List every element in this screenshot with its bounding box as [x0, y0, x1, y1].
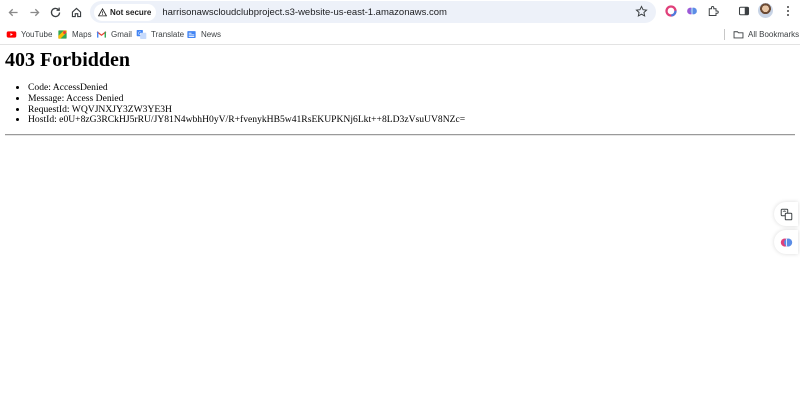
back-button[interactable] [4, 3, 22, 21]
svg-text:G: G [138, 31, 141, 36]
color-ring-icon [665, 5, 677, 17]
youtube-icon [6, 31, 17, 38]
security-chip-label: Not secure [110, 7, 152, 17]
menu-button[interactable] [781, 4, 795, 18]
security-chip[interactable]: Not secure [94, 3, 157, 21]
bookmarks-divider [724, 29, 725, 40]
reload-icon [50, 7, 60, 17]
bookmark-youtube[interactable]: YouTube [6, 27, 52, 42]
folder-icon [733, 31, 744, 39]
bookmark-maps[interactable]: Maps [57, 27, 92, 42]
bookmark-label: News [201, 30, 222, 39]
bookmark-news[interactable]: News [186, 27, 221, 42]
error-message: Message: Access Denied [28, 93, 465, 105]
all-bookmarks-label: All Bookmarks [748, 30, 800, 39]
bookmark-translate[interactable]: G Translate [136, 27, 184, 42]
browser-toolbar: Not secure harrisonawscloudclubproject.s… [0, 0, 800, 24]
extension-color-button[interactable] [664, 4, 678, 18]
warning-icon [98, 7, 107, 16]
forward-button[interactable] [25, 3, 43, 21]
gmail-icon [96, 31, 107, 38]
bookmark-label: Translate [151, 30, 185, 39]
arrow-right-icon [29, 8, 39, 16]
bookmark-label: YouTube [21, 30, 53, 39]
host-id: HostId: e0U+8zG3RCkHJ5rRU/JY81N4wbhH0yV/… [28, 115, 465, 126]
puzzle-icon [708, 6, 719, 16]
reload-button[interactable] [46, 3, 64, 21]
horizontal-rule [5, 134, 795, 136]
home-icon [71, 7, 81, 17]
profile-avatar[interactable] [758, 3, 773, 18]
news-icon [187, 31, 196, 38]
bookmark-label: Gmail [111, 30, 132, 39]
bookmark-star-icon[interactable] [635, 5, 648, 18]
translate-page-icon [780, 208, 792, 220]
menu-dot [787, 14, 789, 16]
error-details-list: Code: AccessDenied Message: Access Denie… [0, 82, 465, 126]
bookmark-gmail[interactable]: Gmail [96, 27, 132, 42]
maps-icon [58, 30, 67, 39]
menu-dot [787, 10, 789, 12]
all-bookmarks-button[interactable]: All Bookmarks [733, 27, 799, 42]
page-title: 403 Forbidden [5, 49, 131, 71]
brain-icon [780, 237, 792, 247]
side-panel-button[interactable] [737, 4, 751, 18]
translate-icon: G [136, 30, 147, 39]
bookmark-label: Maps [72, 30, 92, 39]
page-content: 403 Forbidden Code: AccessDenied Message… [0, 45, 800, 401]
menu-dot [787, 6, 789, 8]
arrow-left-icon [8, 8, 18, 16]
extension-ai-button[interactable] [685, 4, 699, 18]
bookmarks-bar: YouTube Maps Gmail G Translate News All … [0, 25, 800, 45]
side-translate-button[interactable] [774, 202, 798, 226]
home-button[interactable] [67, 3, 85, 21]
address-bar[interactable]: Not secure harrisonawscloudclubproject.s… [90, 1, 656, 23]
extensions-button[interactable] [706, 4, 720, 18]
brain-icon [687, 7, 697, 15]
side-panel-icon [738, 6, 750, 16]
side-ai-button[interactable] [774, 230, 798, 254]
url-text[interactable]: harrisonawscloudclubproject.s3-website-u… [162, 7, 447, 18]
